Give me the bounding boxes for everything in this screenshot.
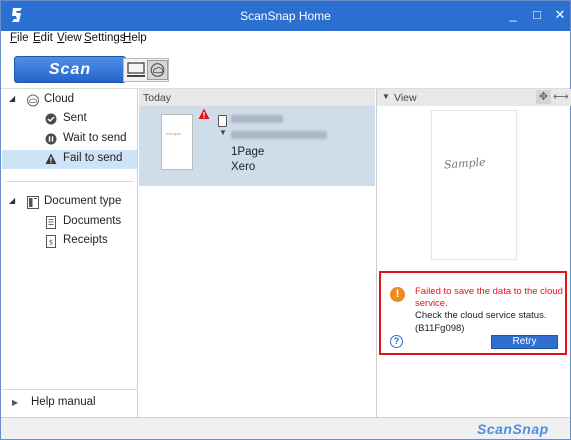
alert-message: Failed to save the data to the cloud ser…	[415, 286, 563, 309]
cloud-mode-icon[interactable]	[147, 60, 168, 80]
redacted-title	[231, 115, 283, 123]
error-alert: ! Failed to save the data to the cloud s…	[379, 271, 567, 355]
minimize-button[interactable]: _	[503, 6, 523, 24]
view-pane: ▼ View ✥ ⟷ Sample ! Failed to save the d…	[376, 89, 571, 417]
item-page-count: 1Page	[231, 146, 265, 158]
redacted-date	[231, 131, 327, 139]
maximize-button[interactable]: □	[527, 6, 547, 24]
menu-bar: File Edit View Settings Help	[1, 31, 570, 49]
alert-instruction: Check the cloud service status.	[415, 310, 547, 321]
document-icon	[46, 216, 56, 229]
tree-receipts[interactable]: $ Receipts	[2, 232, 137, 251]
cloud-icon	[27, 94, 39, 107]
brand-logo: ScanSnap	[477, 421, 549, 437]
menu-file[interactable]: File	[10, 32, 29, 44]
scan-button[interactable]: Scan	[14, 56, 126, 83]
alert-error-code: (B11Fg098)	[415, 323, 465, 334]
menu-settings[interactable]: Settings	[84, 32, 126, 44]
tree-cloud-label: Cloud	[44, 93, 75, 105]
preview-sample-text: Sample	[443, 155, 486, 172]
content-list-pane: Today Sample ▼ 1Page Xero	[139, 89, 375, 417]
pause-circle-icon	[45, 133, 57, 145]
fit-width-icon[interactable]: ⟷	[553, 90, 569, 104]
svg-text:Sample: Sample	[166, 131, 182, 136]
title-bar: ScanSnap Home _ □ ✕	[1, 1, 570, 31]
navigation-pane: ◢ Cloud Sent Wait to send Fail to send ◢…	[2, 89, 138, 417]
status-bar: ScanSnap	[1, 417, 570, 439]
nav-divider	[6, 181, 134, 182]
thumbnail-scribble: Sample	[166, 131, 182, 136]
tree-sent[interactable]: Sent	[2, 110, 137, 129]
content-item[interactable]: Sample ▼ 1Page Xero	[139, 106, 375, 186]
chevron-down-icon[interactable]: ▼	[219, 128, 227, 137]
tree-documents-label: Documents	[63, 215, 122, 227]
mode-switcher	[123, 58, 169, 82]
tree-doctype-label: Document type	[44, 195, 122, 207]
group-header-today: Today	[139, 89, 375, 106]
collapse-caret-icon[interactable]: ◢	[9, 196, 15, 205]
help-icon[interactable]: ?	[390, 335, 403, 348]
scansnap-home-window: ScanSnap Home _ □ ✕ File Edit View Setti…	[0, 0, 571, 440]
help-manual-label: Help manual	[31, 396, 96, 408]
tree-fail-label: Fail to send	[63, 152, 123, 164]
menu-view[interactable]: View	[57, 32, 82, 44]
tree-document-type[interactable]: ◢ Document type	[2, 193, 137, 212]
tree-cloud[interactable]: ◢ Cloud	[2, 91, 137, 110]
document-type-mini-icon	[218, 115, 227, 127]
collapse-caret-icon[interactable]: ◢	[9, 94, 15, 103]
help-manual-row[interactable]: ▶ Help manual	[2, 389, 137, 415]
collapse-caret-icon[interactable]: ▼	[382, 92, 390, 101]
toolbar: Scan	[1, 49, 570, 89]
menu-help[interactable]: Help	[123, 32, 147, 44]
window-title: ScanSnap Home	[240, 9, 331, 23]
move-icon[interactable]: ✥	[536, 90, 551, 104]
receipt-icon: $	[46, 235, 56, 248]
view-header-label: View	[394, 92, 417, 104]
document-type-icon	[27, 196, 39, 209]
tree-documents[interactable]: Documents	[2, 213, 137, 232]
check-circle-icon	[45, 113, 57, 125]
error-badge-icon	[198, 108, 210, 119]
tree-wait-to-send[interactable]: Wait to send	[2, 130, 137, 149]
svg-text:$: $	[49, 239, 53, 247]
item-thumbnail[interactable]: Sample	[161, 114, 193, 170]
tree-sent-label: Sent	[63, 112, 87, 124]
document-preview[interactable]: Sample	[431, 110, 517, 260]
computer-icon[interactable]	[126, 61, 146, 79]
warning-icon	[45, 153, 57, 164]
tree-receipts-label: Receipts	[63, 234, 108, 246]
alert-icon: !	[390, 287, 405, 302]
tree-wait-label: Wait to send	[63, 132, 127, 144]
expand-caret-icon[interactable]: ▶	[12, 398, 18, 407]
retry-button[interactable]: Retry	[491, 335, 558, 349]
item-cloud-service: Xero	[231, 161, 256, 173]
close-button[interactable]: ✕	[550, 6, 570, 24]
menu-edit[interactable]: Edit	[33, 32, 53, 44]
view-header: ▼ View ✥ ⟷	[377, 89, 571, 106]
tree-fail-to-send[interactable]: Fail to send	[2, 150, 137, 169]
